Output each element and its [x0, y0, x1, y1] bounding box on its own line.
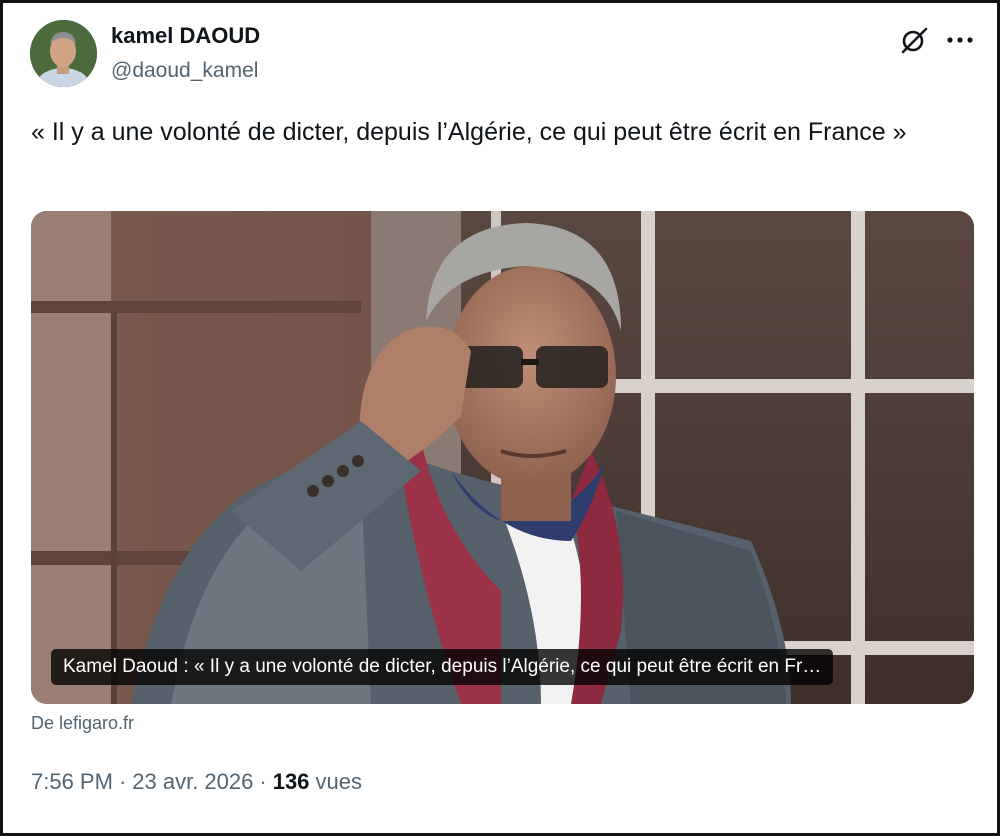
author-display-name[interactable]: kamel DAOUD	[111, 23, 260, 49]
card-title: Kamel Daoud : « Il y a une volonté de di…	[51, 649, 834, 685]
author-handle[interactable]: @daoud_kamel	[111, 59, 258, 83]
grok-icon[interactable]	[899, 25, 929, 55]
avatar[interactable]	[30, 20, 97, 87]
card-source-link[interactable]: De lefigaro.fr	[31, 713, 134, 734]
tweet-text: « Il y a une volonté de dicter, depuis l…	[31, 118, 907, 146]
tweet-time[interactable]: 7:56 PM	[31, 769, 113, 794]
more-options-icon[interactable]	[943, 25, 977, 55]
link-card[interactable]: Kamel Daoud : « Il y a une volonté de di…	[31, 211, 974, 704]
meta-separator: ·	[118, 769, 127, 794]
article-photo	[31, 211, 974, 704]
meta-separator: ·	[259, 769, 267, 794]
tweet-metadata: 7:56 PM · 23 avr. 2026 · 136 vues	[31, 769, 362, 795]
tweet-date[interactable]: 23 avr. 2026	[132, 769, 253, 794]
tweet-container: kamel DAOUD @daoud_kamel « Il y a une vo…	[0, 0, 1000, 836]
views-count[interactable]: 136	[273, 769, 310, 794]
views-label: vues	[315, 769, 363, 794]
